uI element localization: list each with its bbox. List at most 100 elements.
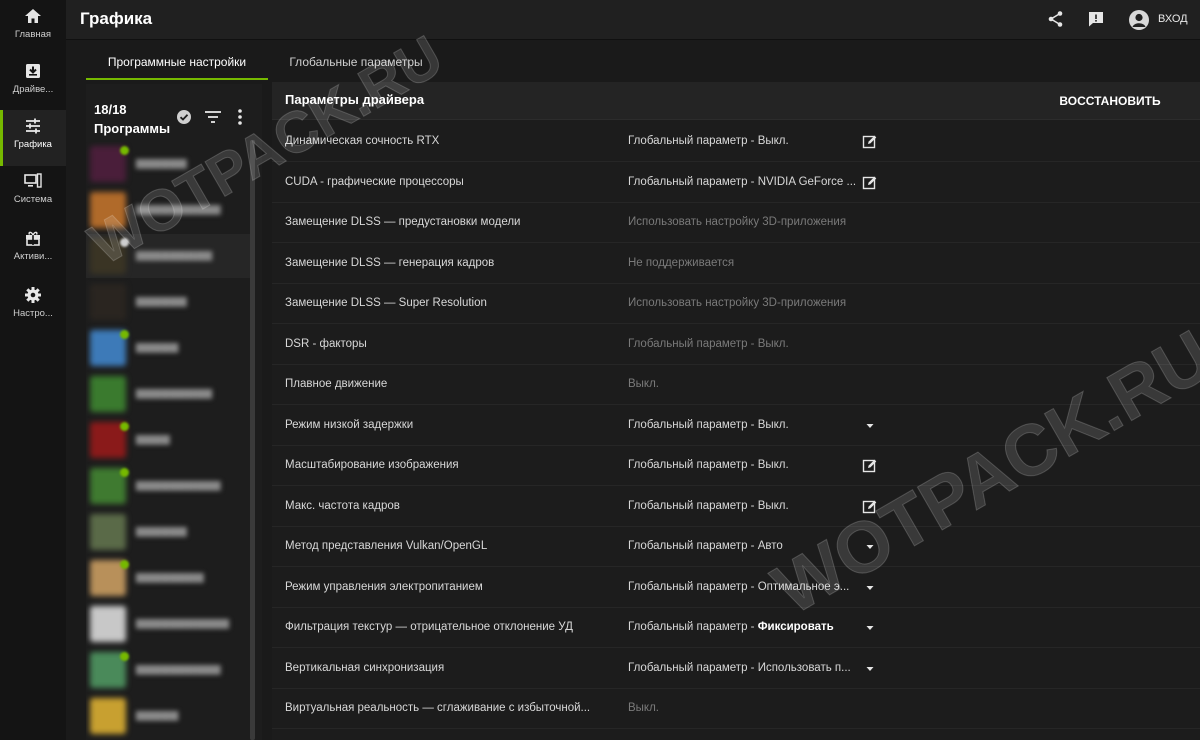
nav-item-home[interactable]: Главная bbox=[0, 0, 66, 56]
app-name-blurred: ▆▆▆▆▆▆▆▆▆ bbox=[136, 387, 213, 399]
chevron-down-icon[interactable] bbox=[862, 580, 878, 596]
gear-icon bbox=[25, 287, 41, 303]
scrollbar-thumb[interactable] bbox=[250, 140, 255, 740]
nav-item-graphics[interactable]: Графика bbox=[0, 110, 66, 166]
setting-row[interactable]: Режим управления электропитанием Глобальн… bbox=[272, 568, 1200, 608]
nav-item-label: Система bbox=[13, 194, 53, 205]
chevron-down-icon[interactable] bbox=[862, 620, 878, 636]
status-badge bbox=[120, 652, 129, 661]
setting-value-text: Глобальный параметр - Оптимальное э... bbox=[628, 580, 850, 593]
setting-value-text: Глобальный параметр - Выкл. bbox=[628, 459, 789, 471]
check-circle-icon[interactable] bbox=[176, 109, 192, 125]
chevron-down-icon[interactable] bbox=[862, 539, 878, 555]
setting-value-text: Глобальный параметр - Выкл. bbox=[628, 499, 789, 512]
programs-scrollbar[interactable] bbox=[250, 140, 255, 740]
page-title: Графика bbox=[80, 9, 153, 28]
setting-row[interactable]: Масштабирование изображения Глобальный па… bbox=[272, 446, 1200, 486]
tab-program-settings[interactable]: Программные настройки bbox=[86, 44, 268, 80]
setting-value: Не поддерживается bbox=[628, 257, 860, 269]
setting-value: Глобальный параметр - Выкл. bbox=[628, 500, 860, 512]
nav-item-system[interactable]: Система bbox=[0, 165, 66, 221]
app-icon bbox=[90, 284, 126, 320]
list-item[interactable]: ▆▆▆▆▆▆▆▆ bbox=[86, 556, 252, 600]
nav-item-label: Главная bbox=[14, 29, 52, 40]
tab-bar: Программные настройки Глобальные парамет… bbox=[86, 44, 1200, 82]
list-item[interactable]: ▆▆▆▆▆▆ bbox=[86, 142, 252, 186]
app-name-blurred: ▆▆▆▆▆▆▆▆▆▆ bbox=[136, 203, 221, 215]
setting-name: Замещение DLSS — предустановки модели bbox=[285, 216, 521, 228]
status-badge bbox=[120, 422, 129, 431]
setting-row[interactable]: Фильтрация текстур — отрицательное откло… bbox=[272, 608, 1200, 648]
app-name-blurred: ▆▆▆▆▆▆ bbox=[136, 157, 187, 169]
feedback-icon[interactable] bbox=[1086, 9, 1106, 29]
list-item[interactable]: ▆▆▆▆▆▆ bbox=[86, 280, 252, 324]
setting-value-text: Глобальный параметр - NVIDIA GeForce ... bbox=[628, 175, 857, 188]
setting-name: Фильтрация текстур — отрицательное откло… bbox=[285, 621, 573, 633]
list-item[interactable]: ▆▆▆▆▆▆▆▆▆▆ bbox=[86, 464, 252, 508]
setting-name: Вертикальная синхронизация bbox=[285, 661, 445, 674]
login-label: ВХОД bbox=[1158, 13, 1188, 25]
app-icon bbox=[90, 606, 126, 642]
status-badge bbox=[120, 238, 129, 247]
setting-value: Глобальный параметр - Выкл. bbox=[628, 135, 860, 147]
edit-icon[interactable] bbox=[862, 499, 878, 515]
setting-value-text: Глобальный параметр - Авто bbox=[628, 540, 783, 552]
edit-icon[interactable] bbox=[862, 458, 878, 474]
list-item[interactable]: ▆▆▆▆▆ bbox=[86, 694, 252, 738]
list-item[interactable]: ▆▆▆▆▆▆▆▆▆ bbox=[86, 234, 252, 278]
app-icon bbox=[90, 192, 126, 228]
setting-value: Выкл. bbox=[628, 378, 860, 390]
sliders-icon bbox=[26, 118, 40, 134]
nav-item-settings[interactable]: Настро... bbox=[0, 279, 66, 335]
list-item[interactable]: ▆▆▆▆▆▆▆▆▆▆ bbox=[86, 188, 252, 232]
list-item[interactable]: ▆▆▆▆▆ bbox=[86, 326, 252, 370]
setting-row[interactable]: Вертикальная синхронизация Глобальный пар… bbox=[272, 649, 1200, 689]
setting-name: Макс. частота кадров bbox=[285, 499, 400, 512]
list-item[interactable]: ▆▆▆▆▆▆▆▆▆▆▆ bbox=[86, 602, 252, 646]
list-item[interactable]: ▆▆▆▆▆▆ bbox=[86, 510, 252, 554]
filter-icon[interactable] bbox=[204, 109, 222, 125]
list-item[interactable]: ▆▆▆▆▆▆▆▆▆ bbox=[86, 372, 252, 416]
edit-icon[interactable] bbox=[862, 134, 878, 150]
setting-row[interactable]: CUDA - графические процессоры Глобальный … bbox=[272, 163, 1200, 203]
driver-settings-panel: Параметры драйвера ВОССТАНОВИТЬ Динамиче… bbox=[272, 82, 1200, 740]
list-item[interactable]: ▆▆▆▆ bbox=[86, 418, 252, 462]
setting-value-text: Не поддерживается bbox=[628, 256, 735, 269]
setting-value: Глобальный параметр - Выкл. bbox=[628, 419, 860, 431]
app-name-blurred: ▆▆▆▆▆▆ bbox=[136, 525, 187, 537]
setting-row: Замещение DLSS — генерация кадров Не подд… bbox=[272, 244, 1200, 284]
share-icon[interactable] bbox=[1046, 9, 1066, 29]
setting-row[interactable]: Режим низкой задержки Глобальный параметр… bbox=[272, 406, 1200, 446]
nav-item-label: Графика bbox=[14, 139, 52, 150]
setting-value: Глобальный параметр - Авто bbox=[628, 540, 860, 552]
chevron-down-icon[interactable] bbox=[862, 418, 878, 434]
restore-button[interactable]: ВОССТАНОВИТЬ bbox=[1050, 87, 1170, 115]
nav-item-label: Драйве... bbox=[12, 84, 54, 95]
app-name-blurred: ▆▆▆▆▆▆ bbox=[136, 295, 187, 307]
programs-panel: 18/18 Программы ▆▆▆▆▆▆ ▆▆▆▆▆▆▆▆▆▆ ▆▆▆▆▆▆… bbox=[86, 84, 262, 740]
setting-value-text: Глобальный параметр - Выкл. bbox=[628, 135, 789, 147]
setting-value-text: Глобальный параметр - Выкл. bbox=[628, 337, 789, 350]
app-name-blurred: ▆▆▆▆▆▆▆▆▆▆ bbox=[136, 663, 221, 675]
status-badge bbox=[120, 560, 129, 569]
setting-value: Использовать настройку 3D-приложения bbox=[628, 297, 860, 309]
setting-value: Выкл. bbox=[628, 702, 860, 714]
setting-row[interactable]: Динамическая сочность RTX Глобальный пара… bbox=[272, 122, 1200, 162]
app-name-blurred: ▆▆▆▆▆ bbox=[136, 341, 179, 353]
setting-name: Динамическая сочность RTX bbox=[285, 135, 440, 147]
setting-row[interactable]: Метод представления Vulkan/OpenGL Глобаль… bbox=[272, 527, 1200, 567]
list-item[interactable]: ▆▆▆▆▆▆▆▆▆▆ bbox=[86, 648, 252, 692]
settings-header: Параметры драйвера ВОССТАНОВИТЬ bbox=[272, 82, 1200, 120]
setting-row[interactable]: Макс. частота кадров Глобальный параметр … bbox=[272, 487, 1200, 527]
app-name-blurred: ▆▆▆▆▆▆▆▆▆▆ bbox=[136, 479, 221, 491]
setting-row: Виртуальная реальность — сглаживание с и… bbox=[272, 689, 1200, 729]
nav-item-drivers[interactable]: Драйве... bbox=[0, 55, 66, 111]
more-vertical-icon[interactable] bbox=[236, 108, 244, 126]
nav-item-activities[interactable]: Активи... bbox=[0, 222, 66, 278]
tab-global-settings[interactable]: Глобальные параметры bbox=[278, 44, 434, 80]
nav-item-label: Настро... bbox=[13, 308, 53, 319]
edit-icon[interactable] bbox=[862, 175, 878, 191]
setting-value-text: Выкл. bbox=[628, 702, 660, 714]
setting-row: Замещение DLSS — предустановки модели Исп… bbox=[272, 203, 1200, 243]
chevron-down-icon[interactable] bbox=[862, 661, 878, 677]
